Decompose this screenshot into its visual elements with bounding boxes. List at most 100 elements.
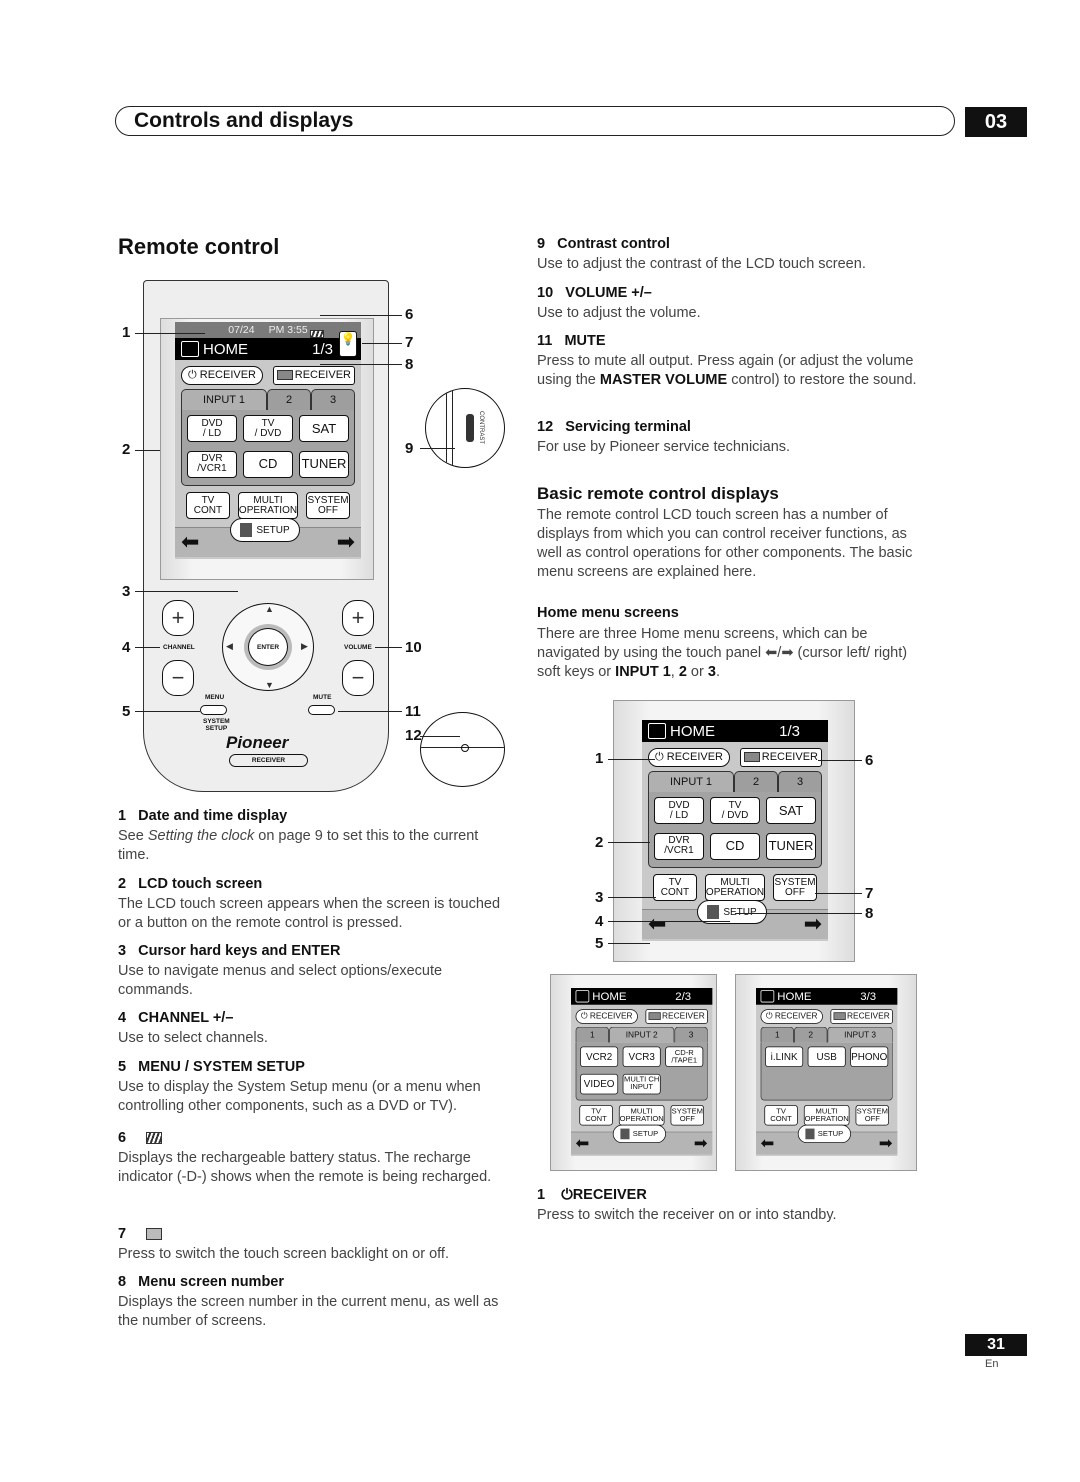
input-tab[interactable]: INPUT 1: [648, 771, 734, 792]
input-tab[interactable]: INPUT 1: [181, 389, 267, 410]
function-button[interactable]: MULTI OPERATION: [618, 1105, 665, 1126]
receiver-av-button[interactable]: RECEIVER: [739, 748, 822, 767]
enter-button[interactable]: ENTER: [248, 628, 288, 666]
source-button[interactable]: SAT: [299, 415, 349, 442]
cursor-up-button[interactable]: ▲: [265, 604, 274, 614]
receiver-power-button[interactable]: ⏻ RECEIVER: [181, 366, 264, 385]
source-button[interactable]: TV / DVD: [710, 797, 760, 824]
setup-icon: [620, 1128, 630, 1140]
input-tab[interactable]: 1: [760, 1026, 794, 1043]
input-tab[interactable]: 3: [311, 389, 355, 410]
cursor-right-soft-key[interactable]: ➡: [879, 1134, 893, 1151]
menu-screen-number: 3/3: [860, 989, 877, 1003]
mute-button[interactable]: [308, 705, 335, 715]
function-button[interactable]: TV CONT: [653, 874, 697, 901]
source-button[interactable]: VIDEO: [580, 1073, 619, 1095]
channel-minus-button[interactable]: −: [162, 660, 194, 696]
item-heading: 5 MENU / SYSTEM SETUP: [118, 1059, 305, 1075]
input-tab[interactable]: 3: [674, 1026, 708, 1043]
callout-line: [135, 711, 200, 712]
volume-minus-button[interactable]: −: [342, 660, 374, 696]
callout-number: 2: [595, 834, 604, 851]
cursor-down-button[interactable]: ▼: [265, 680, 274, 690]
input-tab[interactable]: 2: [267, 389, 311, 410]
source-button[interactable]: TV / DVD: [243, 415, 293, 442]
source-button[interactable]: DVD / LD: [187, 415, 237, 442]
contrast-control[interactable]: [466, 414, 474, 442]
setup-button[interactable]: SETUP: [612, 1124, 666, 1144]
function-button[interactable]: MULTI OPERATION: [803, 1105, 850, 1126]
source-button[interactable]: SAT: [766, 797, 816, 824]
touch-screen: HOME 3/3 ⏻ RECEIVER RECEIVER 1 2 INPUT 3 i.LINK…: [756, 988, 898, 1156]
input-tab[interactable]: 3: [778, 771, 822, 792]
setup-button[interactable]: SETUP: [797, 1124, 851, 1144]
power-icon: ⏻: [561, 1187, 573, 1203]
cursor-right-soft-key[interactable]: ➡: [804, 913, 822, 935]
function-button[interactable]: TV CONT: [186, 492, 230, 519]
function-button[interactable]: MULTI OPERATION: [237, 492, 299, 519]
source-button[interactable]: USB: [807, 1046, 846, 1068]
source-button[interactable]: CD: [710, 832, 760, 860]
source-button[interactable]: VCR3: [622, 1046, 661, 1068]
source-button[interactable]: MULTI CH INPUT: [622, 1073, 661, 1095]
cursor-left-soft-key[interactable]: ⬅: [576, 1134, 590, 1151]
lcd-touch-screen[interactable]: 07/24 PM 3:55 HOME 1/3 ⏻ RECEIVER RECEIVER INP…: [175, 322, 361, 559]
battery-icon: [146, 1132, 163, 1145]
function-button[interactable]: TV CONT: [579, 1105, 613, 1126]
home-icon: [575, 990, 590, 1003]
input-tab[interactable]: 2: [734, 771, 778, 792]
function-button[interactable]: SYSTEM OFF: [306, 492, 350, 519]
input-tab[interactable]: INPUT 2: [609, 1026, 675, 1043]
backlight-bulb-icon[interactable]: 💡: [339, 331, 357, 357]
callout-number: 8: [865, 905, 874, 922]
receiver-power-button[interactable]: ⏻ RECEIVER: [575, 1009, 638, 1024]
receiver-av-button[interactable]: RECEIVER: [830, 1009, 893, 1024]
receiver-power-label: RECEIVER: [589, 1011, 633, 1021]
volume-plus-button[interactable]: +: [342, 600, 374, 636]
source-button[interactable]: CD-R /TAPE1: [665, 1046, 704, 1068]
item-title: VOLUME +/–: [565, 285, 652, 301]
source-button[interactable]: CD: [243, 450, 293, 478]
cursor-left-soft-key[interactable]: ⬅: [181, 531, 199, 553]
cursor-left-button[interactable]: ◀: [226, 641, 233, 652]
cursor-right-button[interactable]: ▶: [301, 641, 308, 652]
item-number: 12: [537, 419, 554, 435]
receiver-power-button[interactable]: ⏻ RECEIVER: [760, 1009, 823, 1024]
source-button[interactable]: i.LINK: [765, 1046, 804, 1068]
cursor-right-soft-key[interactable]: ➡: [337, 531, 355, 553]
source-button[interactable]: DVR /VCR1: [654, 832, 704, 860]
screen-title: HOME: [203, 340, 248, 358]
function-button[interactable]: MULTI OPERATION: [704, 874, 766, 901]
receiver-power-button[interactable]: ⏻ RECEIVER: [648, 748, 731, 767]
item-heading: 6: [118, 1130, 163, 1146]
source-button[interactable]: TUNER: [766, 832, 816, 860]
input-tab[interactable]: INPUT 3: [827, 1026, 893, 1043]
setup-button[interactable]: SETUP: [230, 518, 300, 542]
source-button[interactable]: TUNER: [299, 450, 349, 478]
menu-button[interactable]: [200, 705, 227, 715]
channel-plus-button[interactable]: +: [162, 600, 194, 636]
input-tab[interactable]: 1: [575, 1026, 609, 1043]
callout-number: 7: [865, 885, 874, 902]
status-bar: 07/24 PM 3:55: [175, 322, 361, 338]
source-button[interactable]: PHONO: [850, 1046, 889, 1068]
receiver-row: ⏻ RECEIVER RECEIVER: [756, 1005, 897, 1027]
source-button[interactable]: DVR /VCR1: [187, 450, 237, 478]
function-button[interactable]: SYSTEM OFF: [855, 1105, 889, 1126]
home-icon: [181, 341, 199, 357]
receiver-av-button[interactable]: RECEIVER: [645, 1009, 708, 1024]
receiver-av-button[interactable]: RECEIVER: [272, 366, 355, 385]
source-button[interactable]: DVD / LD: [654, 797, 704, 824]
receiver-item-body: Press to switch the receiver on or into …: [537, 1207, 837, 1223]
input-tabs: INPUT 123: [181, 389, 355, 410]
source-button[interactable]: VCR2: [580, 1046, 619, 1068]
callout-line: [320, 364, 402, 365]
function-button[interactable]: SYSTEM OFF: [773, 874, 817, 901]
cursor-left-soft-key[interactable]: ⬅: [648, 913, 666, 935]
function-button[interactable]: SYSTEM OFF: [670, 1105, 704, 1126]
callout-number: 9: [405, 440, 414, 457]
cursor-right-soft-key[interactable]: ➡: [694, 1134, 708, 1151]
function-button[interactable]: TV CONT: [764, 1105, 798, 1126]
cursor-left-soft-key[interactable]: ⬅: [761, 1134, 775, 1151]
input-tab[interactable]: 2: [794, 1026, 828, 1043]
